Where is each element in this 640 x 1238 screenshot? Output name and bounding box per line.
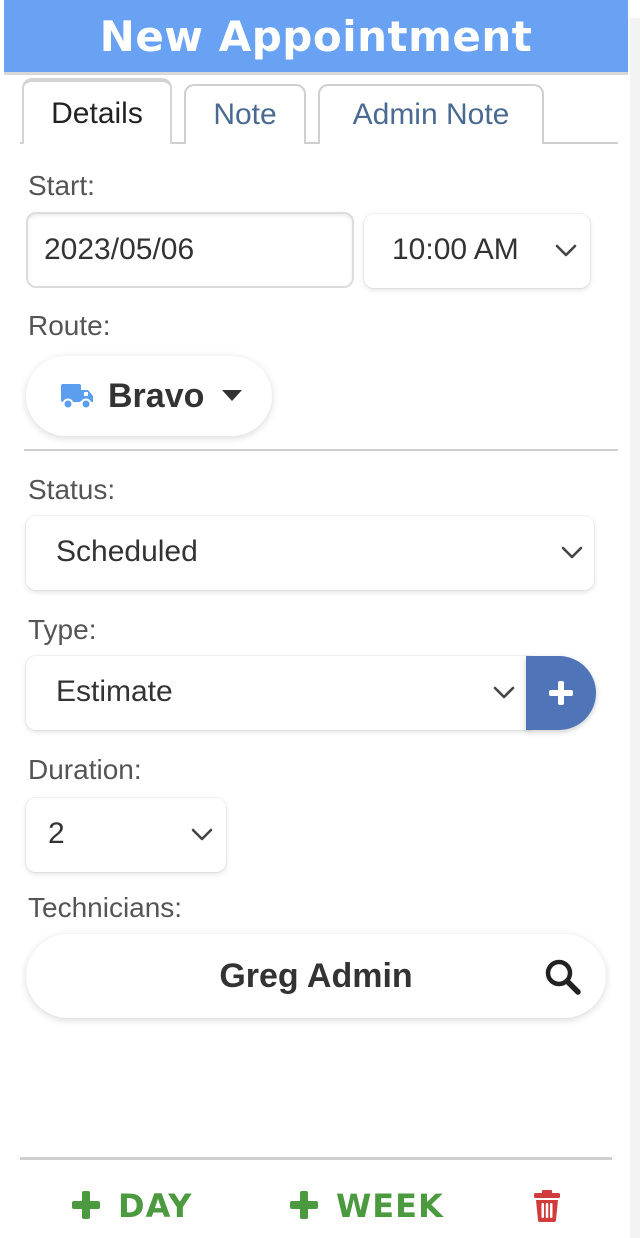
scroll-gutter xyxy=(630,0,640,1238)
start-time-value: 10:00 AM xyxy=(392,233,519,266)
section-divider xyxy=(24,449,618,451)
trash-icon[interactable] xyxy=(534,1190,560,1222)
duration-label: Duration: xyxy=(28,754,142,785)
start-date-value: 2023/05/06 xyxy=(44,233,195,266)
plus-icon xyxy=(549,681,573,705)
type-value: Estimate xyxy=(56,675,173,708)
scroll-track xyxy=(630,0,640,1238)
tab-admin-note[interactable]: Admin Note xyxy=(318,84,544,144)
scroll-top-cap xyxy=(630,0,640,18)
chevron-down-icon xyxy=(561,546,583,559)
chevron-down-icon xyxy=(191,828,213,841)
add-type-button[interactable] xyxy=(526,656,596,730)
type-label: Type: xyxy=(28,614,97,645)
duration-select[interactable]: 2 xyxy=(26,798,226,872)
title-divider xyxy=(4,72,628,75)
add-day-button[interactable]: DAY xyxy=(72,1176,192,1236)
status-select[interactable]: Scheduled xyxy=(26,516,594,590)
caret-down-icon xyxy=(222,390,242,401)
chevron-down-icon xyxy=(493,686,515,699)
chevron-down-icon xyxy=(555,244,577,257)
add-week-button[interactable]: WEEK xyxy=(290,1176,444,1236)
route-dropdown[interactable]: Bravo xyxy=(26,356,272,436)
duration-value: 2 xyxy=(48,817,65,850)
appointment-panel: New Appointment Details Note Admin Note … xyxy=(0,0,630,1238)
plus-icon xyxy=(290,1191,318,1219)
page-title: New Appointment xyxy=(4,0,628,72)
technician-selector[interactable]: Greg Admin xyxy=(26,934,606,1018)
tab-note[interactable]: Note xyxy=(184,84,306,144)
route-label: Route: xyxy=(28,310,111,341)
tab-bar: Details Note Admin Note xyxy=(20,78,618,144)
start-label: Start: xyxy=(28,170,95,201)
technicians-label: Technicians: xyxy=(28,892,183,923)
add-day-label: DAY xyxy=(118,1187,193,1225)
add-week-label: WEEK xyxy=(336,1187,444,1225)
technician-value: Greg Admin xyxy=(219,957,413,995)
start-time-select[interactable]: 10:00 AM xyxy=(364,214,590,288)
status-value: Scheduled xyxy=(56,535,198,568)
footer-divider xyxy=(20,1157,612,1160)
tab-details[interactable]: Details xyxy=(22,78,172,144)
plus-icon xyxy=(72,1191,100,1219)
status-label: Status: xyxy=(28,474,116,505)
type-select[interactable]: Estimate xyxy=(26,656,530,730)
route-value: Bravo xyxy=(108,377,205,415)
start-date-input[interactable]: 2023/05/06 xyxy=(26,212,354,288)
search-icon[interactable] xyxy=(544,958,582,996)
truck-icon xyxy=(61,384,93,410)
